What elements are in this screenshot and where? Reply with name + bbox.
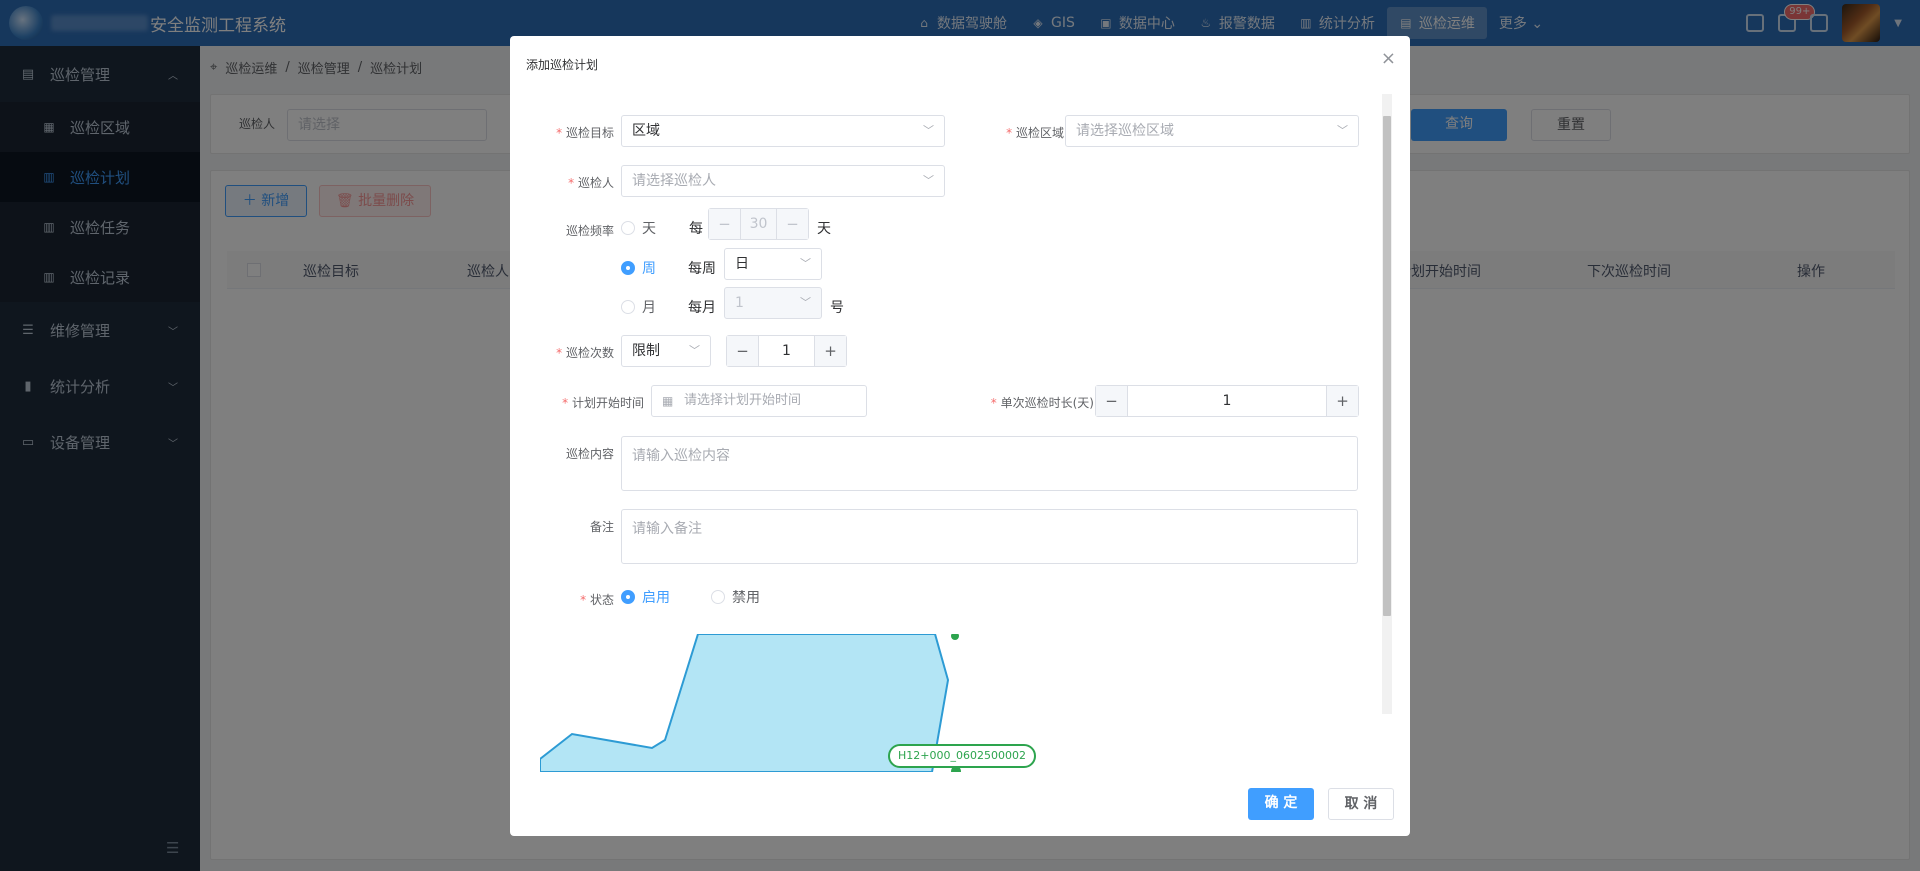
dialog-title: 添加巡检计划 <box>526 58 599 72</box>
plus-button[interactable]: + <box>1326 386 1358 416</box>
start-time-placeholder: 请选择计划开始时间 <box>684 393 802 408</box>
content-textarea[interactable]: 请输入巡检内容 <box>621 436 1358 491</box>
map-marker-label[interactable]: H12+000_0602500002 <box>888 744 1036 768</box>
month-day-select-value: 1 <box>735 295 744 311</box>
weekday-select-value: 日 <box>735 256 749 272</box>
chevron-down-icon: ﹀ <box>689 344 700 357</box>
weekday-select[interactable]: 日 ﹀ <box>724 248 822 280</box>
area-select[interactable]: 请选择巡检区域 ﹀ <box>1065 115 1359 147</box>
chevron-down-icon: ﹀ <box>923 124 934 137</box>
dialog-scrollbar[interactable] <box>1382 94 1392 714</box>
area-select-placeholder: 请选择巡检区域 <box>1076 123 1174 139</box>
frequency-day-radio[interactable]: 天 <box>621 218 656 238</box>
duration-value[interactable]: 1 <box>1128 386 1326 416</box>
inspector-label: 巡检人 <box>540 174 614 191</box>
count-mode-select[interactable]: 限制 ﹀ <box>621 335 711 367</box>
inspection-area-polygon[interactable] <box>540 634 950 772</box>
minus-button[interactable]: − <box>1096 386 1128 416</box>
radio-circle <box>621 300 635 314</box>
frequency-month-radio[interactable]: 月 <box>621 297 656 317</box>
count-stepper[interactable]: −1 + <box>726 335 847 367</box>
remark-label: 备注 <box>589 520 614 534</box>
radio-circle <box>711 590 725 604</box>
week-prefix: 每周 <box>688 261 716 277</box>
dialog-body: 巡检目标 区域﹀ 巡检区域 请选择巡检区域﹀ 巡检人 请选择巡检人﹀ 巡检频率 … <box>530 90 1404 772</box>
day-suffix: 天 <box>817 221 831 237</box>
target-label: 巡检目标 <box>540 124 614 141</box>
chevron-down-icon: ﹀ <box>800 296 811 309</box>
target-select[interactable]: 区域 ﹀ <box>621 115 945 147</box>
content-label: 巡检内容 <box>565 447 614 461</box>
map-view[interactable]: H12+000_0602500002 <box>540 634 1358 772</box>
frequency-week-label: 周 <box>642 261 656 277</box>
status-disabled-radio[interactable]: 禁用 <box>711 587 760 607</box>
minus-icon: − <box>709 209 741 239</box>
remark-textarea[interactable]: 请输入备注 <box>621 509 1358 564</box>
duration-label: 单次巡检时长(天) <box>960 394 1094 411</box>
calendar-icon: ▦ <box>662 394 674 408</box>
status-enabled-radio[interactable]: 启用 <box>621 587 670 607</box>
scrollbar-thumb[interactable] <box>1383 116 1391 616</box>
frequency-label: 巡检频率 <box>565 224 614 238</box>
area-label: 巡检区域 <box>974 124 1064 141</box>
count-label: 巡检次数 <box>540 344 614 361</box>
count-value[interactable]: 1 <box>759 336 814 366</box>
frequency-week-radio[interactable]: 周 <box>621 258 656 278</box>
frequency-month-label: 月 <box>642 300 656 316</box>
cancel-button[interactable]: 取 消 <box>1328 788 1394 820</box>
status-label: 状态 <box>540 591 614 608</box>
day-prefix: 每 <box>689 221 703 237</box>
inspector-select-placeholder: 请选择巡检人 <box>632 173 716 189</box>
inspector-select[interactable]: 请选择巡检人 ﹀ <box>621 165 945 197</box>
month-day-select: 1 ﹀ <box>724 287 822 319</box>
chevron-down-icon: ﹀ <box>923 174 934 187</box>
map-marker-dot[interactable] <box>951 634 959 640</box>
radio-circle-checked <box>621 590 635 604</box>
status-disabled-label: 禁用 <box>732 590 760 606</box>
plus-button[interactable]: + <box>814 336 846 366</box>
chevron-down-icon: ﹀ <box>800 257 811 270</box>
add-plan-dialog: 添加巡检计划 × 巡检目标 区域 ﹀ 巡检区域 请选择巡检区域 ﹀ 巡检人 请选择巡… <box>510 36 1410 836</box>
chevron-down-icon: ﹀ <box>1337 124 1348 137</box>
radio-circle <box>621 221 635 235</box>
minus-icon: − <box>776 209 808 239</box>
month-suffix: 号 <box>830 300 844 316</box>
minus-button[interactable]: − <box>727 336 759 366</box>
day-interval-stepper: −30− <box>708 208 809 240</box>
duration-stepper[interactable]: −1 + <box>1095 385 1359 417</box>
day-interval-value: 30 <box>749 216 768 232</box>
month-prefix: 每月 <box>688 300 716 316</box>
close-icon[interactable]: × <box>1381 48 1396 69</box>
start-time-picker[interactable]: ▦ 请选择计划开始时间 <box>651 385 867 417</box>
count-mode-value: 限制 <box>632 343 660 359</box>
frequency-day-label: 天 <box>642 221 656 237</box>
start-time-label: 计划开始时间 <box>540 394 644 411</box>
radio-circle-checked <box>621 261 635 275</box>
status-enabled-label: 启用 <box>642 590 670 606</box>
target-select-value: 区域 <box>632 123 660 139</box>
confirm-button[interactable]: 确 定 <box>1248 788 1314 820</box>
